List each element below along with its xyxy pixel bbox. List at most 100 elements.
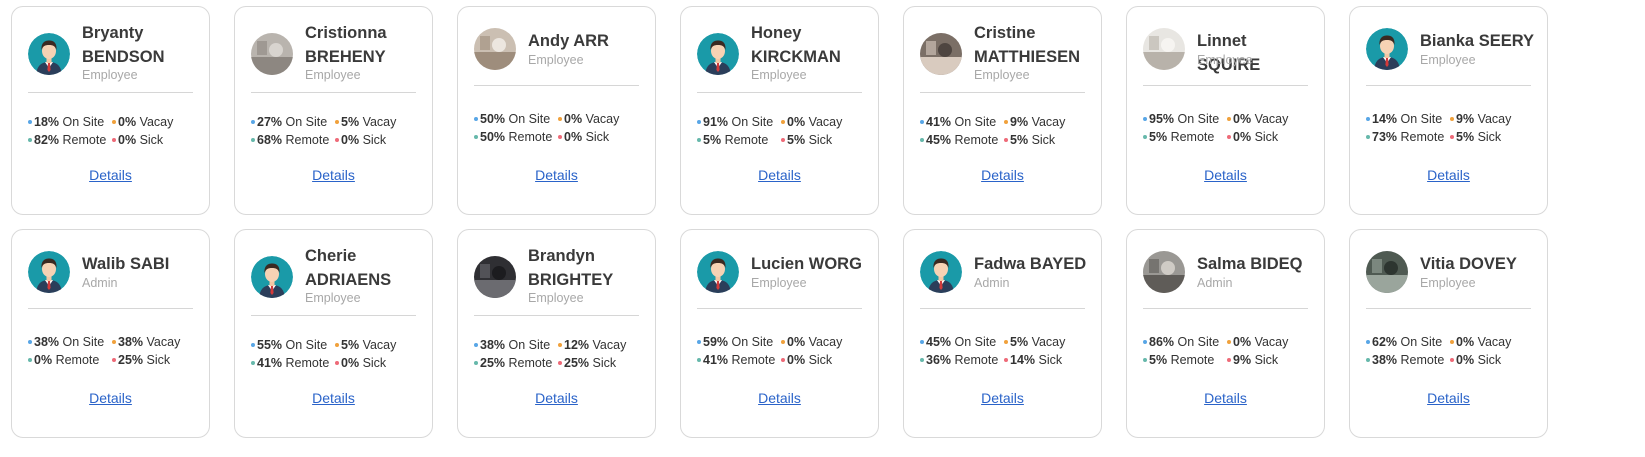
details-link[interactable]: Details	[1350, 167, 1547, 183]
stat-remote-label: Remote	[954, 353, 999, 367]
details-link[interactable]: Details	[904, 390, 1101, 406]
attendance-stats: 38% On Site 38% Vacay 0% Remote 25% Sick	[28, 333, 203, 369]
details-link[interactable]: Details	[1127, 390, 1324, 406]
stat-sick: 9% Sick	[1227, 351, 1278, 369]
stat-vacay-label: Vacay	[362, 338, 397, 352]
stat-vacay-value: 9%	[1456, 112, 1475, 126]
sick-dot-icon	[112, 137, 116, 142]
stat-onsite: 38% On Site	[28, 333, 112, 351]
stat-sick-label: Sick	[585, 130, 610, 144]
details-link[interactable]: Details	[235, 390, 432, 406]
details-link[interactable]: Details	[1350, 390, 1547, 406]
stat-remote-label: Remote	[731, 353, 776, 367]
stat-onsite-value: 14%	[1372, 112, 1398, 126]
attendance-stats: 91% On Site 0% Vacay 5% Remote 5% Sick	[697, 113, 872, 149]
stat-remote: 41% Remote	[251, 354, 335, 372]
vacay-dot-icon	[781, 339, 785, 344]
remote-dot-icon	[1366, 134, 1370, 139]
details-link[interactable]: Details	[904, 167, 1101, 183]
vacay-dot-icon	[558, 342, 562, 347]
attendance-stats: 18% On Site 0% Vacay 82% Remote 0% Sick	[28, 113, 203, 149]
employee-card: Andy ARR Employee 50% On Site 0% Vacay 50% R…	[457, 6, 656, 215]
stat-sick: 5% Sick	[1450, 128, 1501, 146]
attendance-stats: 14% On Site 9% Vacay 73% Remote 5% Sick	[1366, 110, 1541, 146]
stat-sick-value: 14%	[1010, 353, 1036, 367]
photo-avatar	[920, 33, 962, 75]
stat-sick: 0% Sick	[1450, 351, 1501, 369]
employee-role: Admin	[82, 276, 118, 290]
sick-dot-icon	[1450, 134, 1454, 139]
stat-sick-value: 9%	[1233, 353, 1252, 367]
stat-sick: 0% Sick	[335, 354, 386, 372]
employee-card: Linnet SQUIRE Employee 95% On Site 0% Vacay…	[1126, 6, 1325, 215]
stat-onsite-value: 91%	[703, 115, 729, 129]
stat-row: 14% On Site 9% Vacay	[1366, 110, 1541, 128]
stat-row: 5% Remote 9% Sick	[1143, 351, 1318, 369]
stat-remote: 41% Remote	[697, 351, 781, 369]
details-link[interactable]: Details	[235, 167, 432, 183]
divider	[251, 92, 416, 93]
details-link[interactable]: Details	[681, 167, 878, 183]
stat-sick: 14% Sick	[1004, 351, 1062, 369]
stat-onsite-value: 95%	[1149, 112, 1175, 126]
onsite-dot-icon	[28, 119, 32, 124]
stat-row: 82% Remote 0% Sick	[28, 131, 203, 149]
stat-remote-value: 25%	[480, 356, 506, 370]
details-link[interactable]: Details	[1127, 167, 1324, 183]
stat-row: 59% On Site 0% Vacay	[697, 333, 872, 351]
attendance-stats: 62% On Site 0% Vacay 38% Remote 0% Sick	[1366, 333, 1541, 369]
details-link[interactable]: Details	[458, 167, 655, 183]
stat-sick-label: Sick	[362, 133, 387, 147]
stat-vacay: 5% Vacay	[1004, 333, 1065, 351]
onsite-dot-icon	[1143, 339, 1147, 344]
employee-role: Employee	[528, 53, 584, 67]
divider	[474, 315, 639, 316]
person-avatar	[920, 251, 962, 293]
stat-onsite-value: 41%	[926, 115, 952, 129]
sick-dot-icon	[335, 360, 339, 365]
stat-vacay: 9% Vacay	[1450, 110, 1511, 128]
onsite-dot-icon	[697, 339, 701, 344]
sick-dot-icon	[558, 134, 562, 139]
stat-sick-value: 25%	[564, 356, 590, 370]
stat-row: 41% Remote 0% Sick	[697, 351, 872, 369]
vacay-dot-icon	[1004, 119, 1008, 124]
employee-role: Employee	[1420, 53, 1476, 67]
stat-sick: 0% Sick	[335, 131, 386, 149]
details-link[interactable]: Details	[458, 390, 655, 406]
stat-onsite-value: 62%	[1372, 335, 1398, 349]
remote-dot-icon	[697, 357, 701, 362]
photo-avatar	[1366, 251, 1408, 293]
employee-card-grid: Bryanty BENDSON Employee 18% On Site 0% Vac…	[0, 0, 1645, 457]
stat-sick: 25% Sick	[558, 354, 616, 372]
stat-sick-value: 25%	[118, 353, 144, 367]
stat-onsite-value: 18%	[34, 115, 60, 129]
stat-onsite: 62% On Site	[1366, 333, 1450, 351]
stat-vacay: 5% Vacay	[335, 336, 396, 354]
vacay-dot-icon	[1450, 339, 1454, 344]
stat-vacay-label: Vacay	[1254, 112, 1289, 126]
details-link[interactable]: Details	[12, 390, 209, 406]
stat-onsite-label: On Site	[285, 115, 328, 129]
stat-remote-label: Remote	[285, 356, 330, 370]
stat-row: 25% Remote 25% Sick	[474, 354, 649, 372]
details-link[interactable]: Details	[12, 167, 209, 183]
details-link[interactable]: Details	[681, 390, 878, 406]
stat-vacay-value: 0%	[787, 115, 806, 129]
employee-name: Cherie ADRIAENS	[305, 247, 392, 289]
stat-row: 41% On Site 9% Vacay	[920, 113, 1095, 131]
stat-remote: 25% Remote	[474, 354, 558, 372]
onsite-dot-icon	[474, 342, 478, 347]
stat-sick: 0% Sick	[558, 128, 609, 146]
stat-vacay: 0% Vacay	[781, 113, 842, 131]
divider	[920, 308, 1085, 309]
stat-remote-label: Remote	[724, 133, 769, 147]
stat-row: 27% On Site 5% Vacay	[251, 113, 426, 131]
attendance-stats: 41% On Site 9% Vacay 45% Remote 5% Sick	[920, 113, 1095, 149]
stat-sick-value: 0%	[564, 130, 583, 144]
stat-sick-label: Sick	[1254, 130, 1279, 144]
employee-name: Lucien WORG	[751, 255, 862, 273]
stat-vacay: 12% Vacay	[558, 336, 626, 354]
stat-remote-label: Remote	[1400, 353, 1445, 367]
stat-sick-value: 0%	[1456, 353, 1475, 367]
